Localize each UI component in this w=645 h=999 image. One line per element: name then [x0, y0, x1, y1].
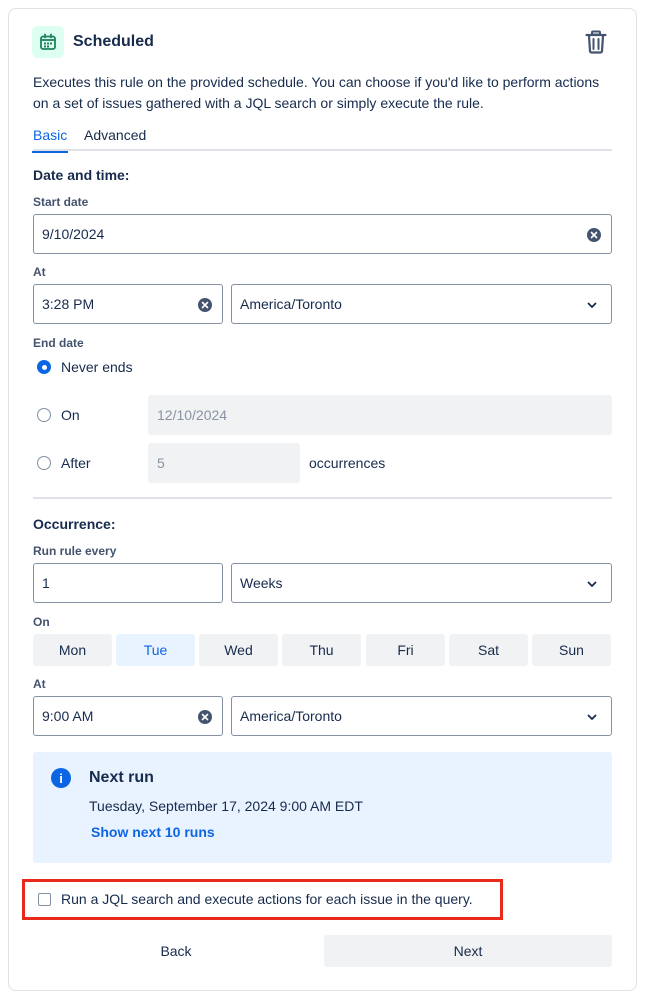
clear-icon[interactable]: [587, 228, 601, 242]
end-after-option[interactable]: After: [37, 455, 91, 471]
clear-icon[interactable]: [198, 298, 212, 312]
run-time-field[interactable]: 9:00 AM: [33, 696, 223, 736]
radio-never[interactable]: [37, 360, 51, 374]
start-time-field[interactable]: 3:28 PM: [33, 284, 223, 324]
day-tue[interactable]: Tue: [116, 634, 195, 666]
end-never-option[interactable]: Never ends: [37, 359, 133, 375]
day-fri[interactable]: Fri: [366, 634, 445, 666]
end-never-label: Never ends: [61, 359, 133, 375]
end-after-count-field[interactable]: 5: [148, 443, 300, 483]
tab-advanced[interactable]: Advanced: [84, 127, 146, 151]
next-run-value: Tuesday, September 17, 2024 9:00 AM EDT: [89, 798, 363, 814]
next-run-panel: i Next run Tuesday, September 17, 2024 9…: [33, 752, 612, 863]
end-after-label: After: [61, 455, 91, 471]
end-on-date-value: 12/10/2024: [157, 407, 228, 423]
run-timezone-value: America/Toronto: [240, 708, 342, 724]
radio-on[interactable]: [37, 408, 51, 422]
radio-after[interactable]: [37, 456, 51, 470]
end-after-count-value: 5: [157, 455, 165, 471]
end-date-label: End date: [33, 336, 84, 350]
clear-icon[interactable]: [198, 710, 212, 724]
tab-bar: Basic Advanced: [31, 127, 612, 153]
calendar-icon: [32, 26, 64, 58]
section-divider: [33, 497, 612, 499]
start-date-value: 9/10/2024: [42, 226, 105, 242]
start-date-label: Start date: [33, 195, 89, 209]
chevron-down-icon: [585, 298, 599, 312]
trash-icon[interactable]: [583, 28, 609, 56]
interval-unit-select[interactable]: Weeks: [231, 563, 612, 603]
run-timezone-select[interactable]: America/Toronto: [231, 696, 612, 736]
start-time-label: At: [33, 265, 46, 279]
trigger-title: Scheduled: [73, 33, 154, 50]
day-thu[interactable]: Thu: [282, 634, 361, 666]
next-run-title: Next run: [89, 769, 154, 786]
interval-value: 1: [42, 575, 50, 591]
date-time-heading: Date and time:: [33, 167, 130, 183]
day-mon[interactable]: Mon: [33, 634, 112, 666]
back-button[interactable]: Back: [33, 935, 319, 967]
occurrences-label: occurrences: [309, 455, 386, 471]
start-date-field[interactable]: 9/10/2024: [33, 214, 612, 254]
end-on-option[interactable]: On: [37, 407, 80, 423]
jql-option-highlight: Run a JQL search and execute actions for…: [22, 879, 503, 920]
show-next-runs-link[interactable]: Show next 10 runs: [91, 824, 215, 840]
tab-basic[interactable]: Basic: [31, 127, 69, 153]
chevron-down-icon: [585, 710, 599, 724]
info-icon: i: [51, 768, 71, 788]
end-on-label: On: [61, 407, 80, 423]
interval-unit-value: Weeks: [240, 575, 283, 591]
occurrence-heading: Occurrence:: [33, 516, 116, 532]
weekday-label: On: [33, 615, 50, 629]
interval-input[interactable]: 1: [33, 563, 223, 603]
day-sun[interactable]: Sun: [532, 634, 611, 666]
start-timezone-value: America/Toronto: [240, 296, 342, 312]
next-button[interactable]: Next: [324, 935, 612, 967]
end-on-date-field[interactable]: 12/10/2024: [148, 395, 612, 435]
run-every-label: Run rule every: [33, 544, 117, 558]
trigger-description: Executes this rule on the provided sched…: [33, 74, 600, 111]
jql-checkbox[interactable]: [38, 893, 51, 906]
day-wed[interactable]: Wed: [199, 634, 278, 666]
start-timezone-select[interactable]: America/Toronto: [231, 284, 612, 324]
jql-checkbox-label[interactable]: Run a JQL search and execute actions for…: [61, 891, 473, 907]
run-time-value: 9:00 AM: [42, 708, 94, 724]
day-sat[interactable]: Sat: [449, 634, 528, 666]
start-time-value: 3:28 PM: [42, 296, 95, 312]
chevron-down-icon: [585, 577, 599, 591]
run-time-label: At: [33, 677, 46, 691]
